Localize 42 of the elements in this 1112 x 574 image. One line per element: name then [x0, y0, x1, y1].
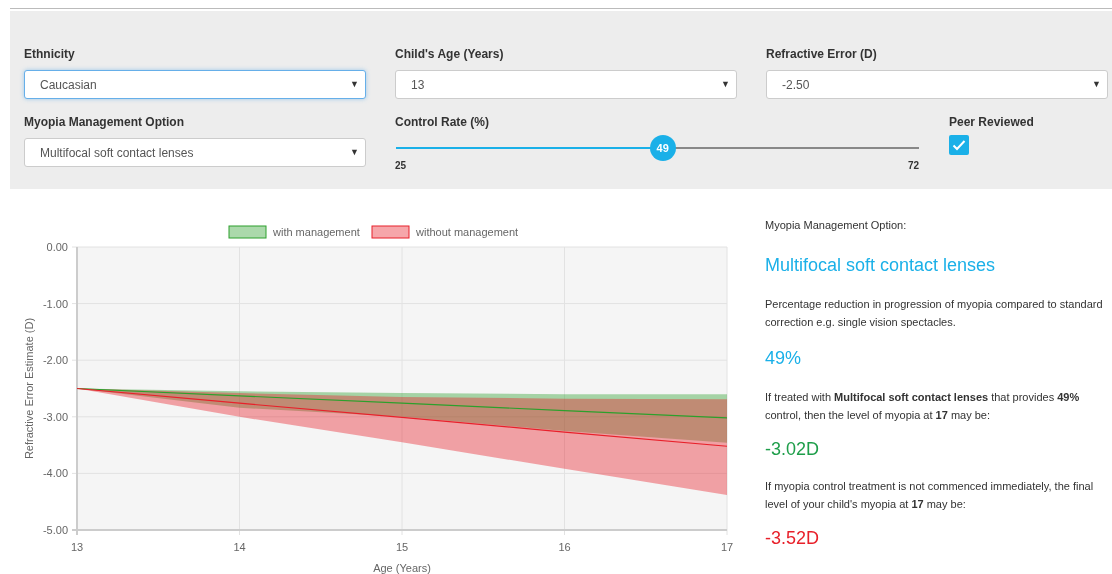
select-field[interactable]: -2.50 ▼	[766, 70, 1108, 99]
legend-label: without management	[416, 226, 519, 238]
field-label: Control Rate (%)	[395, 114, 490, 131]
result-text: If myopia control treatment is not commenced immediately, the final level of your child's myopia at 17 may be:	[765, 479, 1095, 512]
slider-max-label: 72	[907, 159, 919, 173]
field-label: Myopia Management Option	[24, 114, 185, 131]
untreated-value: -3.52D	[765, 527, 821, 550]
axis-tick-label: 16	[558, 541, 571, 553]
caret-icon: ▼	[350, 77, 359, 92]
caret-icon: ▼	[721, 77, 730, 92]
select-field[interactable]: Caucasian ▼	[24, 70, 366, 99]
axis-tick-label: 14	[233, 541, 246, 553]
axis-tick-label: -5.00	[42, 524, 68, 536]
description-text: Percentage reduction in progression of myopia compared to standard correction e.g. single vision spectacles.	[765, 297, 1104, 330]
axis-tick-label: 13	[70, 541, 84, 553]
checkbox[interactable]	[949, 135, 969, 155]
axis-tick-label: -2.00	[42, 354, 68, 367]
option-title: Multifocal soft contact lenses	[765, 254, 997, 277]
caret-icon: ▼	[1092, 77, 1101, 92]
legend-swatch	[228, 225, 267, 239]
axis-tick-label: -4.00	[42, 467, 68, 480]
axis-tick-label: -1.00	[42, 297, 68, 310]
field-label: Refractive Error (D)	[766, 46, 878, 63]
select-field[interactable]: Multifocal soft contact lenses ▼	[24, 138, 366, 167]
axis-tick-label: -3.00	[42, 410, 68, 423]
slider-min-label: 25	[395, 159, 407, 173]
rate-value: 49%	[765, 347, 803, 370]
axis-tick-label: 15	[395, 541, 409, 553]
axis-tick-label: 17	[720, 541, 734, 553]
select-field[interactable]: 13 ▼	[395, 70, 737, 99]
axis-title: Age (Years)	[373, 562, 431, 574]
legend-label: with management	[273, 226, 360, 238]
caret-icon: ▼	[350, 145, 359, 160]
legend-swatch	[371, 225, 410, 239]
treated-value: -3.02D	[765, 438, 821, 461]
field-label: Child's Age (Years)	[395, 46, 505, 63]
axis-title: Refractive Error Estimate (D)	[23, 317, 35, 460]
axis-tick-label: 0.00	[46, 241, 68, 253]
caption-text: Myopia Management Option:	[765, 218, 908, 233]
checkbox-label: Peer Reviewed	[949, 114, 1035, 131]
field-label: Ethnicity	[24, 46, 76, 63]
result-text: If treated with Multifocal soft contact lenses that provides 49% control, then the level of myopia at 17 may be:	[765, 390, 1081, 423]
